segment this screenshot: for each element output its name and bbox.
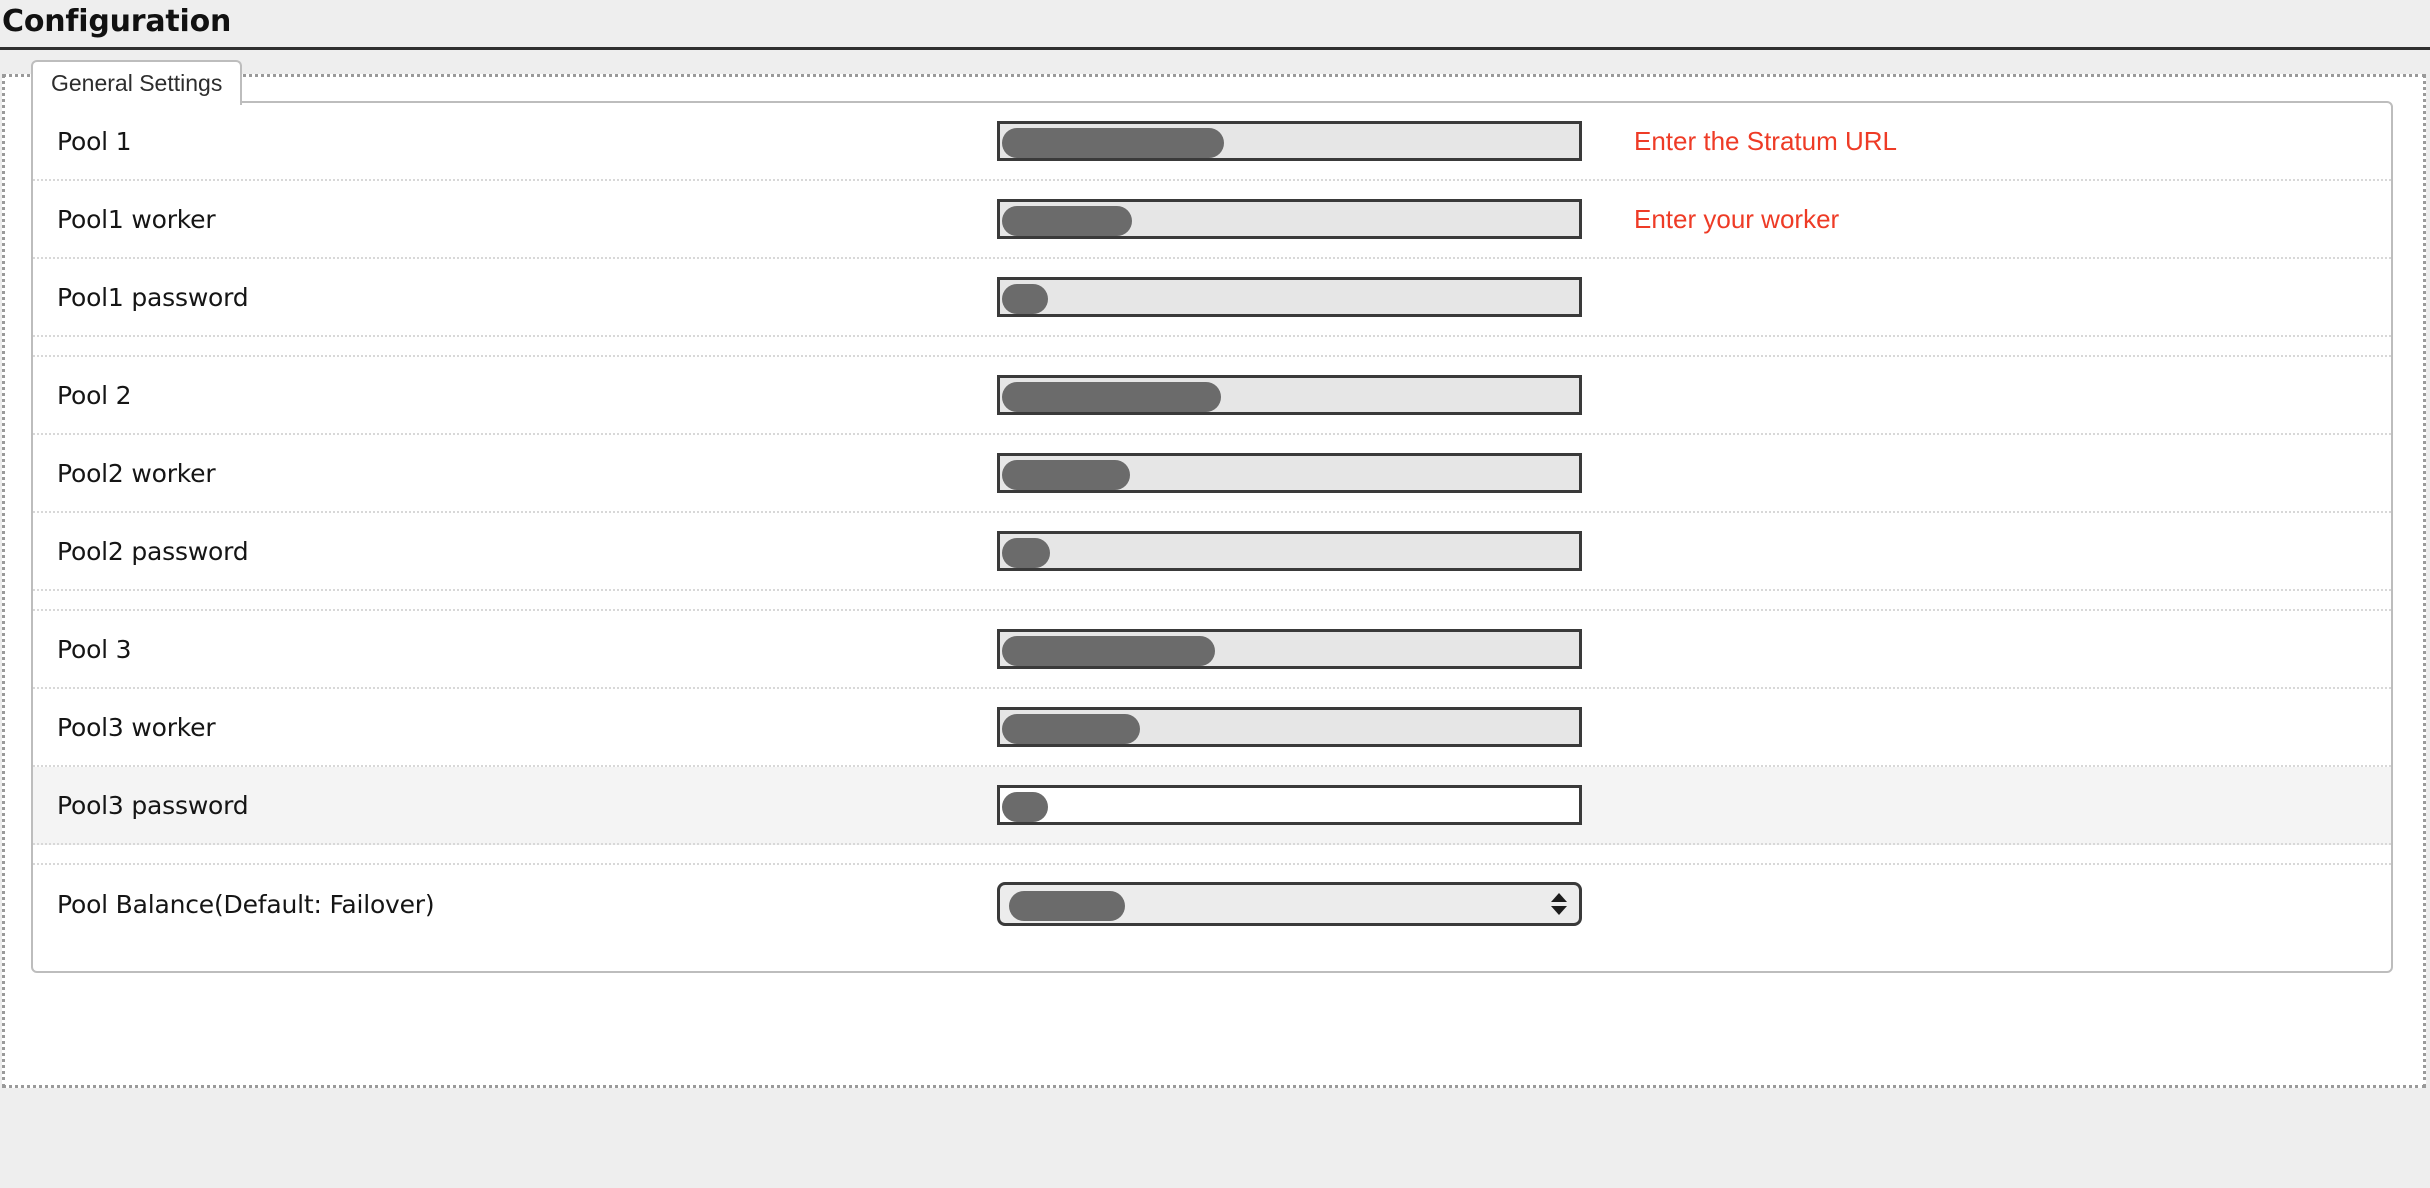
settings-text-input[interactable] (997, 121, 1582, 161)
configuration-page: Configuration General Settings Pool 1 Ent… (0, 0, 2430, 1188)
redacted-value (1002, 284, 1048, 314)
redacted-value (1002, 206, 1132, 236)
page-header: Configuration (0, 0, 2430, 50)
page-footer-strip (0, 1088, 2430, 1188)
redacted-value (1002, 714, 1140, 744)
settings-text-input[interactable] (997, 531, 1582, 571)
field-hint-text: Enter your worker (1634, 204, 1840, 234)
settings-row-label: Pool 1 (57, 126, 132, 156)
page-title: Configuration (2, 4, 232, 39)
row-group-separator (33, 591, 2391, 611)
settings-row: Pool2 worker (33, 435, 2391, 513)
redacted-value (1002, 460, 1130, 490)
select-spinner-icon[interactable] (1551, 893, 1567, 915)
settings-row: Pool2 password (33, 513, 2391, 591)
pool-balance-select[interactable] (997, 882, 1582, 926)
settings-row: Pool Balance(Default: Failover) (33, 865, 2391, 943)
row-group-separator (33, 337, 2391, 357)
general-settings-fieldset: Pool 1 Enter the Stratum URL Pool1 worker E… (31, 101, 2393, 973)
tab-general-settings[interactable]: General Settings (31, 60, 243, 105)
tab-bar: General Settings (31, 59, 243, 105)
settings-row: Pool1 worker Enter your worker (33, 181, 2391, 259)
settings-text-input[interactable] (997, 199, 1582, 239)
settings-field-wrapper (997, 531, 1582, 571)
settings-field-wrapper (997, 375, 1582, 415)
chevron-up-icon[interactable] (1551, 893, 1567, 902)
redacted-value (1002, 128, 1224, 158)
settings-row-label: Pool2 worker (57, 458, 216, 488)
redacted-value (1009, 891, 1125, 921)
settings-field-wrapper (997, 453, 1582, 493)
settings-row-list: Pool 1 Enter the Stratum URL Pool1 worker E… (33, 103, 2391, 943)
settings-row-label: Pool1 worker (57, 204, 216, 234)
settings-row-label: Pool1 password (57, 282, 249, 312)
settings-text-input[interactable] (997, 453, 1582, 493)
settings-row: Pool3 password (33, 767, 2391, 845)
settings-field-wrapper (997, 785, 1582, 825)
field-hint-text: Enter the Stratum URL (1634, 126, 1897, 156)
chevron-down-icon[interactable] (1551, 906, 1567, 915)
redacted-value (1002, 382, 1221, 412)
settings-row: Pool 3 (33, 611, 2391, 689)
tab-label: General Settings (51, 70, 223, 96)
settings-row: Pool1 password (33, 259, 2391, 337)
redacted-value (1002, 636, 1215, 666)
settings-text-input[interactable] (997, 707, 1582, 747)
settings-row: Pool 1 Enter the Stratum URL (33, 103, 2391, 181)
settings-text-input[interactable] (997, 785, 1582, 825)
settings-field-wrapper (997, 277, 1582, 317)
settings-row-label: Pool 3 (57, 634, 132, 664)
settings-row-label: Pool2 password (57, 536, 249, 566)
settings-field-wrapper (997, 629, 1582, 669)
settings-row-label: Pool3 worker (57, 712, 216, 742)
settings-field-wrapper (997, 882, 1582, 926)
settings-text-input[interactable] (997, 375, 1582, 415)
settings-text-input[interactable] (997, 277, 1582, 317)
settings-field-wrapper (997, 199, 1582, 239)
redacted-value (1002, 538, 1050, 568)
settings-row-label: Pool 2 (57, 380, 132, 410)
settings-row-label: Pool Balance(Default: Failover) (57, 889, 435, 919)
redacted-value (1002, 792, 1048, 822)
settings-text-input[interactable] (997, 629, 1582, 669)
settings-row: Pool 2 (33, 357, 2391, 435)
settings-field-wrapper (997, 707, 1582, 747)
settings-row: Pool3 worker (33, 689, 2391, 767)
settings-row-label: Pool3 password (57, 790, 249, 820)
row-group-separator (33, 845, 2391, 865)
settings-field-wrapper (997, 121, 1582, 161)
